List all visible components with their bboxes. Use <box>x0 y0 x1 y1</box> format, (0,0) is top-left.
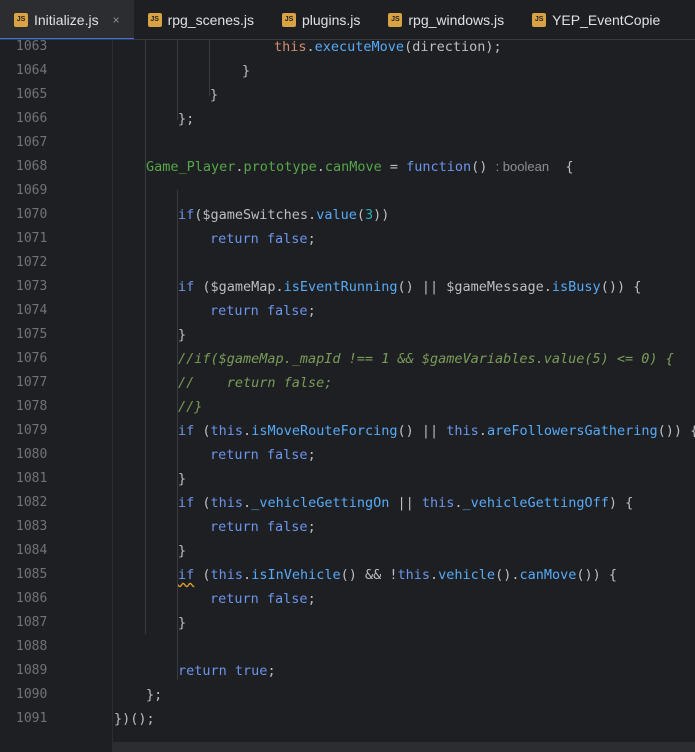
code-line: return true; <box>178 663 276 679</box>
code-line: return false; <box>210 447 316 463</box>
horizontal-scrollbar[interactable] <box>113 742 695 752</box>
type-hint: : boolean <box>495 159 550 174</box>
code-line: } <box>178 471 187 487</box>
line-number: 1070 <box>16 207 48 222</box>
code-line: } <box>178 327 187 343</box>
code-line: })(); <box>114 711 155 727</box>
javascript-file-icon: JS <box>388 12 403 27</box>
code-line: }; <box>146 687 163 703</box>
javascript-file-icon: JS <box>532 12 547 27</box>
code-comment: // return false; <box>178 375 333 391</box>
line-number: 1069 <box>16 183 48 198</box>
line-number: 1085 <box>16 567 48 582</box>
line-number: 1077 <box>16 375 48 390</box>
line-number-gutter[interactable]: 1063 1064 1065 1066 1067 1068 1069 1070 … <box>0 39 113 752</box>
tab-label: Initialize.js <box>34 11 99 28</box>
javascript-file-icon: JS <box>14 12 28 27</box>
line-number: 1073 <box>16 279 48 294</box>
line-number: 1079 <box>16 423 48 438</box>
tab-rpg-windows-js[interactable]: JS rpg_windows.js <box>374 0 518 39</box>
tab-rpg-scenes-js[interactable]: JS rpg_scenes.js <box>134 0 268 39</box>
indent-guide <box>145 40 146 634</box>
line-number: 1080 <box>16 447 48 462</box>
line-number: 1074 <box>16 303 48 318</box>
code-line: if (this.isInVehicle() && !this.vehicle(… <box>178 567 617 583</box>
tab-label: YEP_EventCopie <box>552 11 661 28</box>
code-comment: //if($gameMap._mapId !== 1 && $gameVaria… <box>178 351 674 367</box>
line-number: 1065 <box>16 87 48 102</box>
line-number: 1064 <box>16 63 48 78</box>
editor-tab-bar: JS Initialize.js × JS rpg_scenes.js JS p… <box>0 0 695 40</box>
tab-label: plugins.js <box>302 11 361 28</box>
code-line: if (this.isMoveRouteForcing() || this.ar… <box>178 423 695 439</box>
code-line: Game_Player.prototype.canMove = function… <box>146 159 574 175</box>
code-line: }; <box>178 111 195 127</box>
line-number: 1083 <box>16 519 48 534</box>
line-number: 1067 <box>16 135 48 150</box>
line-number: 1082 <box>16 495 48 510</box>
line-number: 1090 <box>16 687 48 702</box>
line-number: 1086 <box>16 591 48 606</box>
code-line: } <box>210 87 219 103</box>
close-icon[interactable]: × <box>113 13 120 27</box>
code-line: } <box>242 63 251 79</box>
line-number: 1078 <box>16 399 48 414</box>
code-line: return false; <box>210 519 316 535</box>
line-number: 1068 <box>16 159 48 174</box>
code-line: if($gameSwitches.value(3)) <box>178 207 390 223</box>
javascript-file-icon: JS <box>147 12 162 27</box>
line-number: 1081 <box>16 471 48 486</box>
line-number: 1063 <box>16 39 48 54</box>
javascript-file-icon: JS <box>282 12 296 27</box>
warning-squiggle: if <box>178 567 195 583</box>
line-number: 1084 <box>16 543 48 558</box>
line-number: 1075 <box>16 327 48 342</box>
line-number: 1071 <box>16 231 48 246</box>
line-number: 1088 <box>16 639 48 654</box>
line-number: 1091 <box>16 711 48 726</box>
code-line: } <box>178 543 187 559</box>
tab-initialize-js[interactable]: JS Initialize.js × <box>0 0 134 39</box>
code-line: if ($gameMap.isEventRunning() || $gameMe… <box>178 279 642 295</box>
code-line: return false; <box>210 231 316 247</box>
line-number: 1089 <box>16 663 48 678</box>
code-comment: //} <box>178 399 203 415</box>
tab-label: rpg_scenes.js <box>167 11 254 28</box>
line-number: 1087 <box>16 615 48 630</box>
line-number: 1076 <box>16 351 48 366</box>
code-line: } <box>178 615 187 631</box>
tab-plugins-js[interactable]: JS plugins.js <box>268 0 374 39</box>
code-line: this.executeMove(direction); <box>274 40 502 55</box>
tab-yep-eventcopier-js[interactable]: JS YEP_EventCopie <box>518 0 674 39</box>
code-editor[interactable]: this.executeMove(direction); } } }; Game… <box>113 40 695 752</box>
line-number: 1066 <box>16 111 48 126</box>
tab-label: rpg_windows.js <box>408 11 505 28</box>
code-line: return false; <box>210 591 316 607</box>
code-line: if (this._vehicleGettingOn || this._vehi… <box>178 495 634 511</box>
code-line: return false; <box>210 303 316 319</box>
line-number: 1072 <box>16 255 48 270</box>
